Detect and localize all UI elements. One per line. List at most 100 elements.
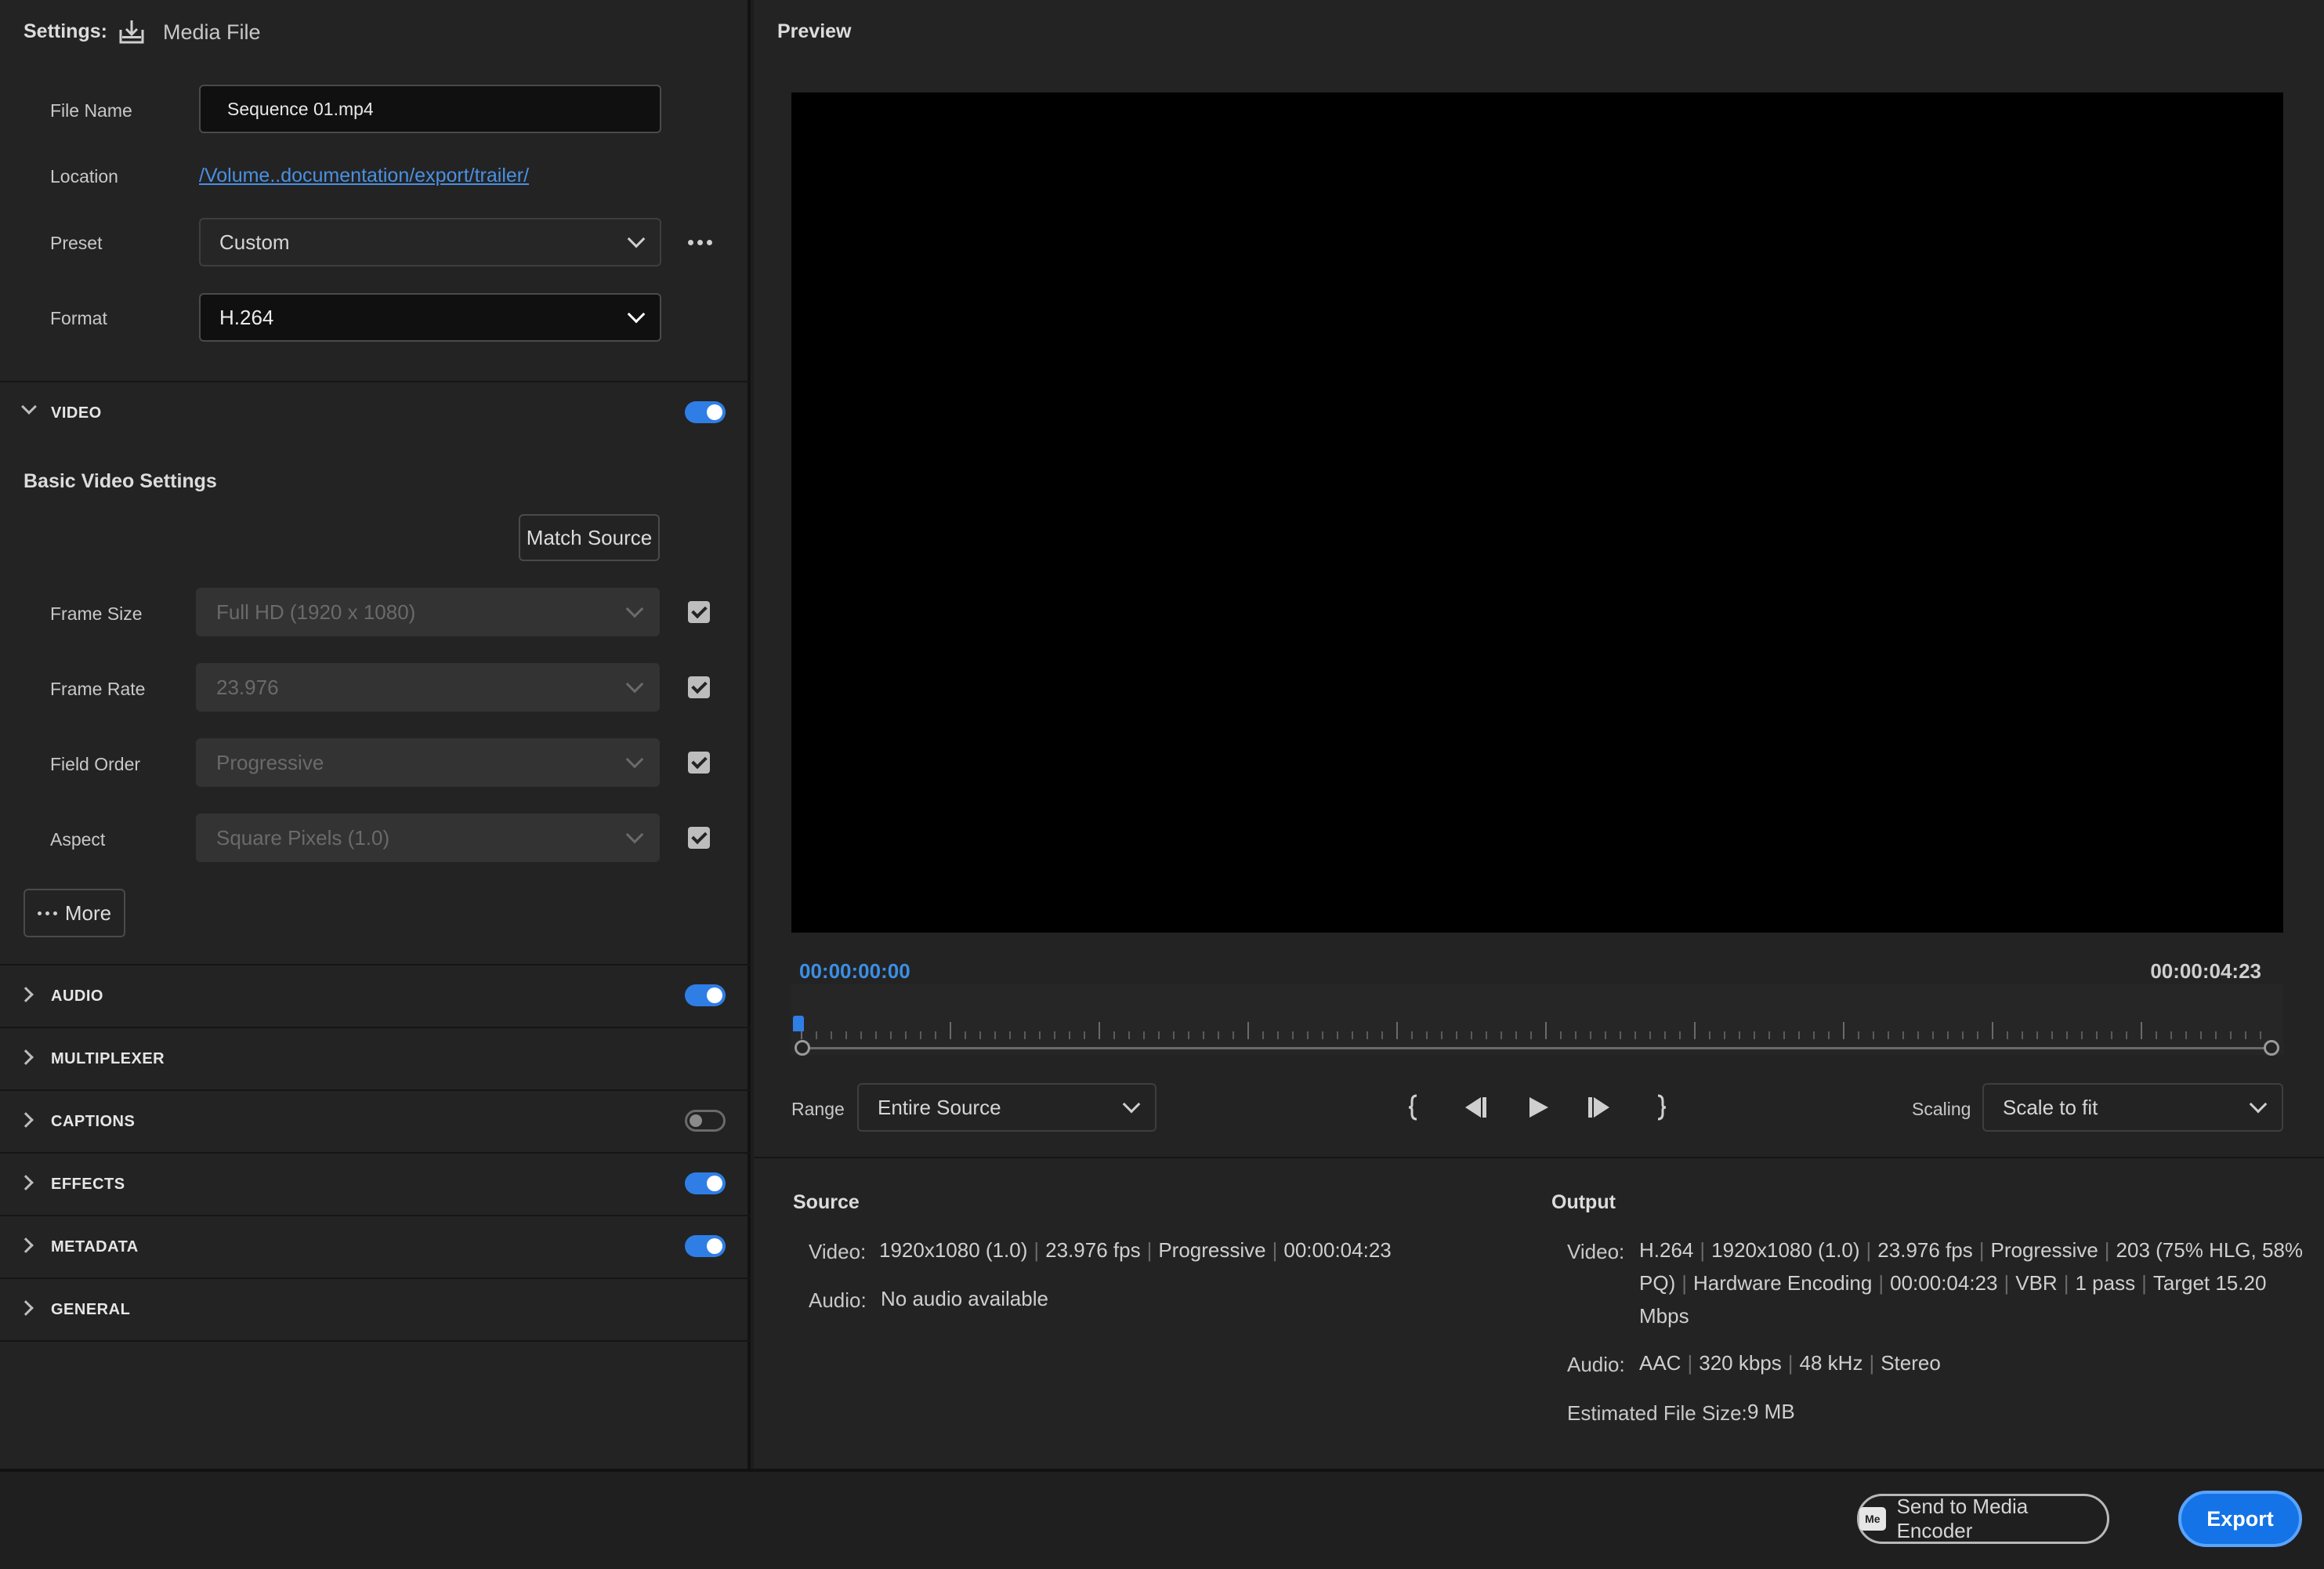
section-audio-label[interactable]: AUDIO [51,987,103,1006]
range-bar[interactable] [801,1047,2274,1049]
file-name-value: Sequence 01.mp4 [227,98,374,119]
range-value: Entire Source [878,1095,1001,1119]
chevron-down-icon [1122,1095,1141,1114]
effects-toggle[interactable] [685,1172,726,1194]
source-field-order: Progressive [1158,1238,1266,1262]
out-point-handle[interactable] [2264,1040,2279,1056]
section-video-label[interactable]: VIDEO [51,404,102,422]
frame-rate-checkbox[interactable] [688,676,710,698]
output-field-order: Progressive [1990,1238,2098,1262]
chevron-right-icon[interactable] [18,1237,34,1253]
basic-video-settings-title: Basic Video Settings [24,470,217,492]
format-dropdown[interactable]: H.264 [199,293,661,342]
match-source-button[interactable]: Match Source [519,514,660,561]
output-hdr: 203 (75% HLG, 58% [2116,1238,2304,1262]
video-toggle[interactable] [685,401,726,423]
section-captions-label[interactable]: CAPTIONS [51,1113,135,1131]
range-dropdown[interactable]: Entire Source [857,1083,1157,1132]
chevron-right-icon[interactable] [18,1300,34,1316]
output-encoding: Hardware Encoding [1693,1271,1873,1295]
timeline[interactable] [791,984,2283,1055]
format-label: Format [50,308,107,328]
output-resolution: 1920x1080 (1.0) [1711,1238,1860,1262]
section-multiplexer-label[interactable]: MULTIPLEXER [51,1050,165,1068]
settings-title: Settings: [24,20,107,42]
destination-label[interactable]: Media File [163,20,261,45]
output-video-line-3: Mbps [1639,1304,1689,1328]
section-effects-label[interactable]: EFFECTS [51,1176,125,1194]
divider [0,1215,751,1216]
output-target: Target 15.20 [2152,1271,2267,1295]
source-video-info: 1920x1080 (1.0) | 23.976 fps | Progressive | 0… [879,1238,1392,1262]
chevron-right-icon[interactable] [18,1049,34,1065]
chevron-right-icon[interactable] [18,1112,34,1128]
location-link[interactable]: /Volume..documentation/export/trailer/ [199,165,529,187]
file-size-label: Estimated File Size: [1567,1401,1747,1425]
timecode-current[interactable]: 00:00:00:00 [799,959,910,984]
divider [754,1157,2324,1158]
frame-rate-label: Frame Rate [50,679,146,699]
frame-size-dropdown[interactable]: Full HD (1920 x 1080) [196,588,660,636]
export-button[interactable]: Export [2178,1491,2302,1547]
output-passes: 1 pass [2075,1271,2136,1295]
location-label: Location [50,166,118,187]
mark-in-icon[interactable] [1407,1094,1423,1121]
step-forward-icon[interactable] [1586,1096,1614,1119]
preset-label: Preset [50,233,103,253]
send-to-media-encoder-button[interactable]: Me Send to Media Encoder [1857,1494,2109,1544]
source-title: Source [793,1191,860,1213]
output-audio-bitrate: 320 kbps [1699,1351,1782,1375]
output-title: Output [1551,1191,1616,1213]
frame-rate-dropdown[interactable]: 23.976 [196,663,660,712]
output-hdr-cont: PQ) [1639,1271,1676,1295]
output-video-label: Video: [1567,1240,1625,1263]
frame-size-value: Full HD (1920 x 1080) [216,600,416,624]
aspect-checkbox[interactable] [688,827,710,849]
audio-toggle[interactable] [685,984,726,1006]
file-size-value: 9 MB [1747,1400,1795,1423]
captions-toggle[interactable] [685,1110,726,1132]
field-order-checkbox[interactable] [688,752,710,774]
step-back-icon[interactable] [1461,1096,1489,1119]
download-icon[interactable] [118,17,146,45]
section-general-label[interactable]: GENERAL [51,1301,130,1319]
more-label: More [64,900,112,925]
chevron-down-icon [2249,1095,2268,1114]
range-label: Range [791,1099,845,1119]
divider [0,1027,751,1028]
output-bitrate-mode: VBR [2015,1271,2058,1295]
playhead[interactable] [793,1016,804,1031]
more-icon [37,911,57,915]
file-name-input[interactable]: Sequence 01.mp4 [199,85,661,133]
play-icon[interactable] [1526,1096,1550,1119]
output-audio-channels: Stereo [1881,1351,1941,1375]
source-duration: 00:00:04:23 [1283,1238,1392,1262]
mark-out-icon[interactable] [1652,1094,1667,1121]
divider [0,1152,751,1154]
scaling-value: Scale to fit [2003,1095,2098,1119]
timeline-ticks [801,1022,2274,1039]
section-metadata-label[interactable]: METADATA [51,1238,139,1256]
chevron-down-icon [625,600,644,618]
frame-size-label: Frame Size [50,603,143,624]
output-video-line-2: PQ) | Hardware Encoding | 00:00:04:23 | VBR | 1 … [1639,1271,2267,1295]
divider [0,1089,751,1091]
field-order-dropdown[interactable]: Progressive [196,738,660,787]
chevron-down-icon[interactable] [21,399,37,415]
in-point-handle[interactable] [795,1040,810,1056]
preset-dropdown[interactable]: Custom [199,218,661,266]
field-order-value: Progressive [216,750,324,774]
scaling-dropdown[interactable]: Scale to fit [1982,1083,2283,1132]
metadata-toggle[interactable] [685,1235,726,1257]
chevron-right-icon[interactable] [18,987,34,1002]
chevron-down-icon [625,675,644,694]
chevron-down-icon [627,230,646,248]
format-value: H.264 [219,305,274,329]
frame-size-checkbox[interactable] [688,601,710,623]
aspect-dropdown[interactable]: Square Pixels (1.0) [196,813,660,862]
more-button[interactable]: More [24,889,125,937]
source-audio-value: No audio available [881,1287,1048,1310]
more-options-icon[interactable] [688,240,712,245]
field-order-label: Field Order [50,754,141,774]
chevron-right-icon[interactable] [18,1175,34,1190]
